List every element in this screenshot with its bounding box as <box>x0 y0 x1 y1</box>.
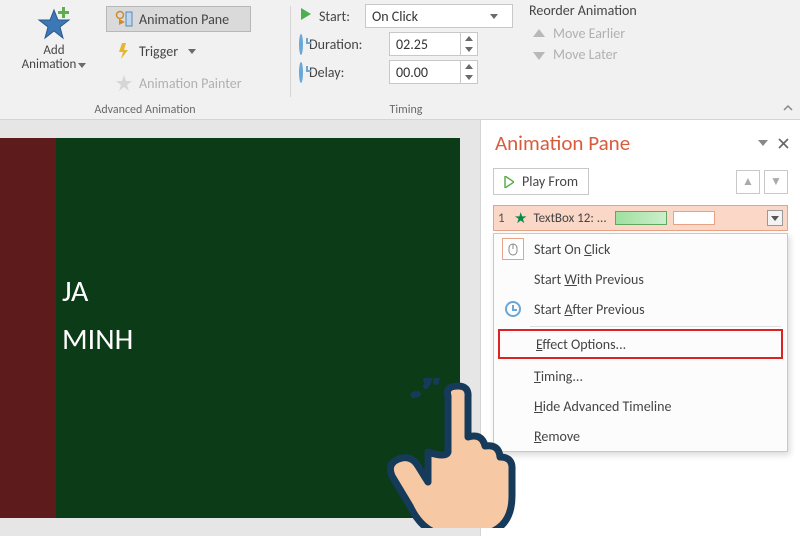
duration-input[interactable] <box>390 36 460 53</box>
add-animation-button[interactable]: AddAnimation <box>8 4 100 119</box>
animation-list-item[interactable]: 1 ★ TextBox 12: ... <box>493 205 788 231</box>
ctx-start-after-previous[interactable]: Start After Previous <box>494 294 787 324</box>
animation-pane-icon <box>115 10 133 28</box>
ribbon-group-timing: Start: Duration: Delay: <box>291 0 521 119</box>
ribbon-group-reorder: Reorder Animation Move Earlier Move Late… <box>521 0 711 119</box>
slide-text: JA MINH <box>56 138 133 518</box>
slide-area: JA MINH <box>0 120 480 536</box>
add-animation-label1: Add <box>43 43 64 58</box>
reorder-title: Reorder Animation <box>529 2 703 19</box>
slide-line1: JA <box>62 273 88 310</box>
ctx-timing-label: Timing... <box>534 368 583 385</box>
duration-spin-down[interactable] <box>461 44 477 55</box>
start-play-icon <box>299 7 313 25</box>
trigger-icon <box>115 42 133 60</box>
duration-spin-up[interactable] <box>461 33 477 44</box>
chevron-down-icon <box>533 50 545 60</box>
ribbon-group-advanced-animation: AddAnimation Animation Pane Trigger Anim… <box>0 0 290 119</box>
start-input[interactable] <box>366 8 486 25</box>
delay-field[interactable] <box>389 60 478 84</box>
ctx-start-on-click-label: Start On Click <box>534 241 610 258</box>
animation-pane-ribbon-label: Animation Pane <box>139 11 229 28</box>
add-animation-label2: Animation <box>22 57 77 72</box>
move-up-button[interactable]: ▲ <box>736 170 760 194</box>
play-from-button[interactable]: Play From <box>493 168 589 195</box>
move-earlier-label: Move Earlier <box>553 25 625 42</box>
delay-label: Delay: <box>309 64 383 81</box>
ctx-start-on-click[interactable]: Start On Click <box>494 234 787 264</box>
ctx-timing[interactable]: Timing... <box>494 361 787 391</box>
start-field[interactable] <box>365 4 513 28</box>
blank-icon <box>504 333 526 355</box>
move-later-button[interactable]: Move Later <box>529 44 703 65</box>
move-later-label: Move Later <box>553 46 617 63</box>
blank-icon <box>502 395 524 417</box>
ctx-remove[interactable]: Remove <box>494 421 787 451</box>
ctx-hide-advanced-timeline[interactable]: Hide Advanced Timeline <box>494 391 787 421</box>
anim-duration-bar <box>615 211 667 225</box>
chevron-up-icon <box>533 29 545 39</box>
play-from-label: Play From <box>522 173 578 190</box>
trigger-label: Trigger <box>139 43 178 60</box>
pane-menu-caret[interactable] <box>756 136 770 150</box>
animation-pane-ribbon-button[interactable]: Animation Pane <box>106 6 251 32</box>
anim-context-menu: Start On Click Start With Previous Start… <box>493 233 788 452</box>
clock-icon <box>502 298 524 320</box>
animation-painter-icon <box>115 74 133 92</box>
delay-icon <box>299 64 303 81</box>
duration-icon <box>299 36 303 53</box>
delay-spin-up[interactable] <box>461 61 477 72</box>
entrance-star-icon: ★ <box>514 209 527 228</box>
move-down-button[interactable]: ▼ <box>764 170 788 194</box>
delay-input[interactable] <box>390 64 460 81</box>
slide-line2: MINH <box>62 321 133 358</box>
mouse-click-icon <box>502 238 524 260</box>
start-label: Start: <box>319 8 359 25</box>
add-animation-icon <box>36 6 72 42</box>
delay-spin-down[interactable] <box>461 72 477 83</box>
anim-target-name: TextBox 12: ... <box>533 211 606 226</box>
slide[interactable]: JA MINH <box>0 138 460 518</box>
duration-field[interactable] <box>389 32 478 56</box>
trigger-button[interactable]: Trigger <box>106 38 251 64</box>
ctx-start-with-previous-label: Start With Previous <box>534 271 644 288</box>
ctx-effect-options-label: Effect Options... <box>536 336 626 353</box>
pane-close-button[interactable] <box>776 136 790 150</box>
animation-painter-button[interactable]: Animation Painter <box>106 70 251 96</box>
start-dropdown-caret[interactable] <box>486 11 502 22</box>
anim-track-bg <box>673 211 715 225</box>
blank-icon <box>502 365 524 387</box>
animation-pane: Animation Pane Play From ▲ ▼ 1 ★ TextBox… <box>480 120 800 536</box>
ctx-start-with-previous[interactable]: Start With Previous <box>494 264 787 294</box>
move-earlier-button[interactable]: Move Earlier <box>529 23 703 44</box>
ctx-effect-options[interactable]: Effect Options... <box>498 329 783 359</box>
play-icon <box>504 176 514 188</box>
ctx-start-after-previous-label: Start After Previous <box>534 301 645 318</box>
slide-left-band <box>0 138 56 518</box>
ctx-hide-advanced-label: Hide Advanced Timeline <box>534 398 671 415</box>
duration-label: Duration: <box>309 36 383 53</box>
pane-title: Animation Pane <box>495 130 630 156</box>
anim-item-dropdown-button[interactable] <box>767 210 783 226</box>
anim-index: 1 <box>498 211 508 226</box>
blank-icon <box>502 425 524 447</box>
blank-icon <box>502 268 524 290</box>
ctx-remove-label: Remove <box>534 428 580 445</box>
collapse-ribbon-icon[interactable] <box>782 103 794 115</box>
animation-painter-label: Animation Painter <box>139 75 242 92</box>
